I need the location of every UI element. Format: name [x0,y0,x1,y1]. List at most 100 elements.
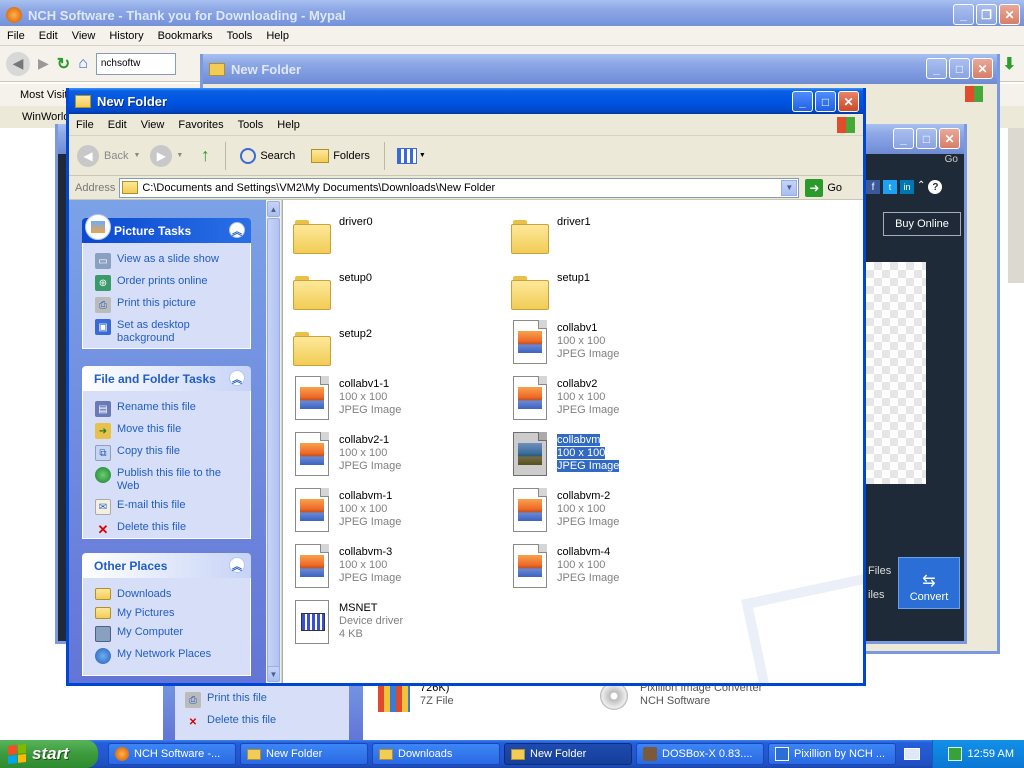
bookmark-most-visited[interactable]: Most Visit [4,89,67,101]
views-button[interactable]: ▼ [393,147,430,164]
picture-tasks-header[interactable]: Picture Tasks ︽ [82,214,251,243]
file-item-collabv2-1[interactable]: collabv2-1 100 x 100 JPEG Image [293,432,493,476]
scroll-down-icon[interactable]: ▼ [267,666,280,682]
file-item-msnet[interactable]: MSNET Device driver 4 KB [293,600,493,644]
file-item-collabvm-selected[interactable]: collabvm 100 x 100 JPEG Image [511,432,711,476]
menu-help[interactable]: Help [270,119,307,131]
url-field[interactable]: nchsoftw [95,52,176,75]
scroll-up-icon[interactable]: ▲ [267,201,280,217]
menu-edit[interactable]: Edit [101,119,134,131]
linkedin-icon[interactable]: in [900,180,914,194]
maximize-button[interactable]: ❐ [976,4,997,25]
task-delete[interactable]: ✕ Delete this file [95,521,244,537]
tab-winworld[interactable]: WinWorld [4,111,69,123]
search-button[interactable]: Search [234,147,301,164]
task-move[interactable]: ➜ Move this file [95,423,244,439]
help-icon[interactable]: ? [928,180,943,194]
maximize-button[interactable]: □ [815,91,836,112]
other-places-header[interactable]: Other Places ︽ [82,553,251,578]
back-button[interactable]: ◀ Back ▼ [77,144,146,167]
collapse-chevron-icon[interactable]: ︽ [229,222,245,238]
menu-tools[interactable]: Tools [231,119,271,131]
menu-tools[interactable]: Tools [220,30,260,42]
pixillion-go[interactable]: Go [945,154,958,165]
menu-file[interactable]: File [0,30,32,42]
collapse-icon[interactable]: ⌃ [917,180,925,194]
minimize-button[interactable]: _ [893,128,914,149]
go-button[interactable]: ➜ Go [805,178,842,197]
home-icon[interactable]: ⌂ [78,55,88,73]
task-email[interactable]: ✉ E-mail this file [95,499,244,515]
close-button[interactable]: ✕ [999,4,1020,25]
firefox-download-icon[interactable]: ⬇ [1003,54,1016,74]
close-button[interactable]: ✕ [838,91,859,112]
menu-view[interactable]: View [65,30,103,42]
collapse-chevron-icon[interactable]: ︽ [229,557,245,573]
task-copy[interactable]: ⧉ Copy this file [95,445,244,461]
task-slideshow[interactable]: ▭ View as a slide show [95,253,244,269]
network-tray-icon[interactable] [947,747,962,761]
file-item-collabv2[interactable]: collabv2 100 x 100 JPEG Image [511,376,711,420]
task-print-picture[interactable]: ⎙ Print this picture [95,297,244,313]
forward-icon[interactable]: ▶ [38,55,49,72]
taskbar-item-downloads[interactable]: Downloads [372,743,500,765]
place-downloads[interactable]: Downloads [95,588,244,601]
up-folder-button[interactable]: ↑ [193,144,217,168]
place-my-pictures[interactable]: My Pictures [95,607,244,620]
close-button[interactable]: ✕ [939,128,960,149]
downloads-delete-file[interactable]: ✕ Delete this file [185,714,339,730]
minimize-button[interactable]: _ [926,58,947,79]
forward-button[interactable]: ▶ ▼ [150,144,189,167]
file-item-collabvm-2[interactable]: collabvm-2 100 x 100 JPEG Image [511,488,711,532]
file-item-collabv1[interactable]: collabv1 100 x 100 JPEG Image [511,320,711,364]
file-tasks-header[interactable]: File and Folder Tasks ︽ [82,366,251,391]
taskbar-item-new-folder-active[interactable]: New Folder [504,743,632,765]
keyboard-tray-icon[interactable] [904,748,920,760]
collapse-chevron-icon[interactable]: ︽ [229,370,245,386]
menu-favorites[interactable]: Favorites [171,119,230,131]
explorer-titlebar[interactable]: New Folder _ □ ✕ [69,88,863,114]
taskbar-item-dosbox[interactable]: DOSBox-X 0.83.... [636,743,764,765]
taskbar-item-pixillion[interactable]: Pixillion by NCH ... [768,743,896,765]
back-icon[interactable]: ◀ [6,51,30,76]
task-order-prints[interactable]: ⊕ Order prints online [95,275,244,291]
menu-edit[interactable]: Edit [32,30,65,42]
twitter-icon[interactable]: t [883,180,897,194]
downloads-item-7z[interactable]: 726K) 7Z File [378,682,454,712]
folders-button[interactable]: Folders [305,148,376,163]
downloads-print-file[interactable]: ⎙ Print this file [185,692,339,708]
minimize-button[interactable]: _ [953,4,974,25]
close-button[interactable]: ✕ [972,58,993,79]
facebook-icon[interactable]: f [866,180,880,194]
file-item-collabv1-1[interactable]: collabv1-1 100 x 100 JPEG Image [293,376,493,420]
file-item-setup2[interactable]: setup2 [293,326,493,370]
convert-button[interactable]: ⇆ Convert [898,557,960,609]
menu-history[interactable]: History [102,30,150,42]
file-item-driver1[interactable]: driver1 [511,214,711,258]
file-item-setup0[interactable]: setup0 [293,270,493,314]
firefox-scrollbar[interactable] [1008,128,1024,283]
maximize-button[interactable]: □ [949,58,970,79]
address-field[interactable]: C:\Documents and Settings\VM2\My Documen… [119,177,800,198]
clock[interactable]: 12:59 AM [968,748,1014,760]
file-item-collabvm-1[interactable]: collabvm-1 100 x 100 JPEG Image [293,488,493,532]
vertical-scrollbar[interactable]: ▲ ▼ [266,200,282,683]
place-network[interactable]: My Network Places [95,648,244,664]
menu-help[interactable]: Help [259,30,296,42]
task-set-desktop[interactable]: ▣ Set as desktop background [95,319,244,345]
file-item-setup1[interactable]: setup1 [511,270,711,314]
taskbar-item-new-folder[interactable]: New Folder [240,743,368,765]
menu-view[interactable]: View [134,119,172,131]
file-item-collabvm-4[interactable]: collabvm-4 100 x 100 JPEG Image [511,544,711,588]
task-rename[interactable]: ▤ Rename this file [95,401,244,417]
menu-bookmarks[interactable]: Bookmarks [151,30,220,42]
address-dropdown[interactable]: ▼ [781,179,798,196]
reload-icon[interactable]: ↻ [57,54,70,74]
place-my-computer[interactable]: My Computer [95,626,244,642]
task-publish[interactable]: Publish this file to the Web [95,467,244,493]
minimize-button[interactable]: _ [792,91,813,112]
menu-file[interactable]: File [69,119,101,131]
start-button[interactable]: start [0,740,98,768]
scroll-thumb[interactable] [267,218,280,678]
maximize-button[interactable]: □ [916,128,937,149]
